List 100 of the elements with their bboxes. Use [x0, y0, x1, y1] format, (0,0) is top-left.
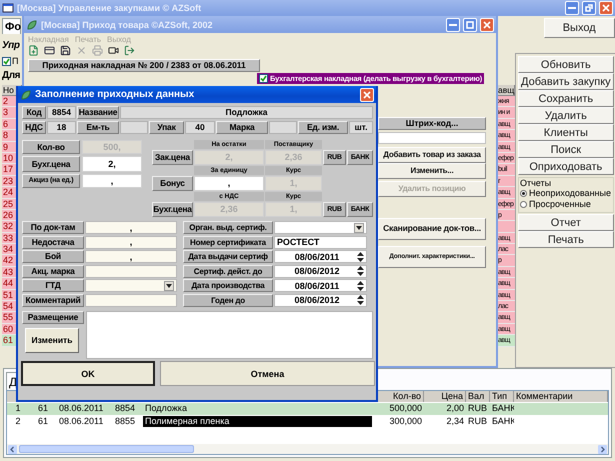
dropdown-field[interactable] [274, 221, 367, 234]
dropdown-button[interactable] [164, 280, 174, 290]
camera-icon[interactable] [108, 45, 119, 56]
spin-arrows-icon[interactable] [357, 295, 364, 305]
dropdown-field[interactable] [85, 279, 177, 292]
exit-button[interactable]: Выход [544, 18, 615, 38]
input-field[interactable]: РОСТЕСТ [274, 236, 367, 248]
close-icon [483, 20, 491, 28]
scroll-arrow-icon[interactable] [8, 444, 17, 454]
close-button[interactable] [360, 88, 374, 102]
field-label: Сертиф. дейст. до [183, 264, 273, 278]
field-label: Марка [216, 121, 268, 134]
date-field[interactable]: 08/06/2012 [274, 264, 367, 278]
input-field[interactable]: , [85, 236, 177, 248]
side-button[interactable]: Удалить [518, 107, 614, 124]
input-field[interactable]: , [82, 174, 142, 188]
field-label: Упак [149, 121, 184, 134]
window-icon [2, 2, 14, 14]
window-title: [Москва] Приход товара ©AZSoft, 2002 [41, 20, 214, 30]
card-icon[interactable] [44, 45, 55, 56]
field-label: Бонус [152, 176, 193, 191]
input-field[interactable]: 2, [82, 156, 142, 172]
placement-area[interactable] [86, 310, 373, 358]
report-button[interactable]: Отчет [518, 214, 614, 231]
table-cell: Подложка [143, 403, 372, 414]
barcode-label: Штрих-код... [378, 117, 486, 130]
spin-arrows-icon[interactable] [357, 266, 364, 276]
save-icon[interactable] [60, 45, 71, 56]
checkbox-label: П [12, 56, 18, 66]
field-label: Дата выдачи сертиф [183, 250, 273, 263]
window-title: [Москва] Управление закупками © AZSoft [17, 3, 202, 13]
input-field[interactable]: , [85, 250, 177, 263]
action-button[interactable]: Добавить товар из заказа [378, 147, 486, 163]
section-label: Для [2, 70, 22, 81]
field-value: 40 [185, 121, 215, 134]
column-header: Цена [424, 391, 466, 402]
field-label: Зак.цена [152, 150, 193, 165]
action-button[interactable]: Сканирование док-тов... [378, 218, 486, 240]
checkbox[interactable] [259, 74, 268, 83]
side-button[interactable]: Клиенты [518, 124, 614, 141]
date-field[interactable]: 08/06/2011 [274, 250, 367, 263]
column-header: авщ [497, 85, 515, 96]
document-plus-icon[interactable] [28, 45, 39, 56]
scroll-arrow-icon[interactable] [598, 444, 607, 454]
restore-button[interactable] [582, 1, 596, 15]
exit-icon[interactable] [124, 45, 135, 56]
date-field[interactable]: 08/06/2012 [274, 294, 367, 306]
side-button[interactable]: Обновить [518, 56, 614, 73]
side-button[interactable]: Сохранить [518, 90, 614, 107]
table-cell [497, 221, 515, 233]
column-header: Вал [466, 391, 490, 402]
side-button[interactable]: Поиск [518, 141, 614, 158]
horizontal-scrollbar[interactable] [7, 444, 608, 454]
minimize-button[interactable] [565, 1, 579, 15]
column-header: Тип [490, 391, 514, 402]
table-cell: RUB [466, 416, 490, 427]
radio-button[interactable] [520, 190, 527, 197]
leaf-icon [20, 88, 32, 100]
field-value: шт. [349, 121, 373, 134]
dialog-button[interactable]: Отмена [160, 361, 375, 386]
report-button[interactable]: Печать [518, 231, 614, 248]
input-field[interactable] [85, 294, 177, 306]
field-label: Номер сертификата [183, 236, 273, 248]
field-label: Размещение [22, 310, 84, 324]
close-icon [363, 90, 371, 98]
dropdown-button[interactable] [354, 222, 364, 232]
maximize-button[interactable] [463, 18, 477, 32]
field-label: Годен до [183, 294, 273, 306]
caret-icon [356, 226, 362, 230]
spin-arrows-icon[interactable] [357, 252, 364, 262]
checkbox[interactable] [2, 56, 11, 66]
field-label: Код [22, 106, 46, 119]
close-button[interactable] [480, 18, 494, 32]
field-value: 8854 [47, 106, 76, 119]
table-cell: 61 [29, 403, 57, 414]
field-label: Орган. выд. сертиф. [183, 221, 273, 234]
table-cell: Полимерная пленка [143, 416, 372, 427]
tab[interactable]: Фо [2, 18, 21, 34]
input-field[interactable] [85, 264, 177, 278]
side-button[interactable]: Оприходовать [518, 158, 614, 175]
field-label: НДС [22, 121, 46, 134]
input-field[interactable]: , [194, 176, 264, 191]
radio-label: Просроченные [529, 199, 591, 210]
action-button[interactable]: Изменить... [378, 163, 486, 179]
change-button[interactable]: Изменить [25, 328, 79, 352]
minimize-button[interactable] [446, 18, 460, 32]
input-field[interactable]: , [85, 221, 177, 234]
side-button[interactable]: Добавить закупку [518, 73, 614, 90]
dialog-button[interactable]: OK [21, 361, 155, 386]
field-label: Бухг.цена [152, 202, 193, 217]
close-button[interactable] [599, 1, 613, 15]
dialog-title: Заполнение приходных данных [35, 89, 196, 100]
radio-button[interactable] [520, 201, 527, 208]
barcode-field[interactable] [378, 132, 486, 144]
date-field[interactable]: 08/06/2011 [274, 279, 367, 292]
spin-arrows-icon[interactable] [357, 280, 364, 290]
minimize-icon [568, 7, 576, 9]
table-cell: 500,000 [372, 403, 424, 414]
table-cell: 8854 [107, 403, 143, 414]
field-label: Ем-ть [77, 121, 119, 134]
